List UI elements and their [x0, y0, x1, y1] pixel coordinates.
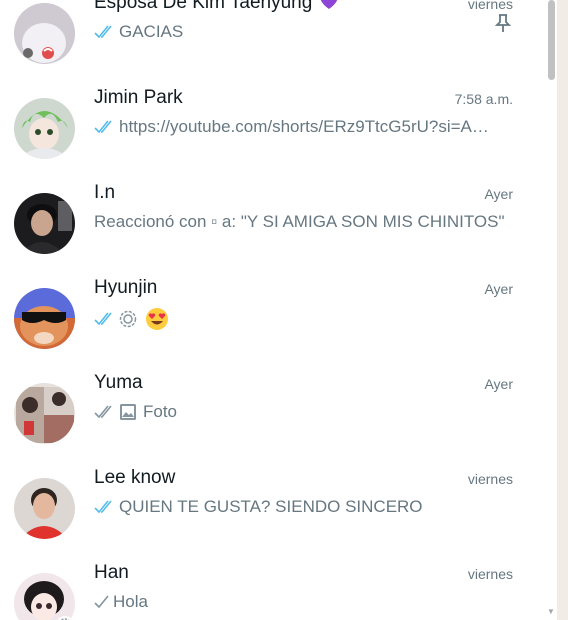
read-double-check-icon: [94, 500, 112, 514]
chat-row-in[interactable]: I.n Ayer Reaccionó con ▫ a: "Y SI AMIGA …: [0, 176, 545, 271]
delivered-double-check-icon: [94, 405, 112, 419]
chat-time: viernes: [467, 471, 513, 487]
chat-preview: Foto: [94, 402, 514, 422]
sent-check-icon: [94, 595, 109, 609]
avatar: [14, 98, 75, 159]
chat-row-han[interactable]: Han viernes Hola: [0, 556, 545, 620]
chat-row-jimin-park[interactable]: Jimin Park 7:58 a.m. https://youtube.com…: [0, 81, 545, 176]
chat-list: Esposa De Kim Taehyung viernes GACIAS Ji…: [0, 0, 545, 620]
avatar: [14, 573, 75, 620]
chat-time: viernes: [467, 566, 513, 582]
pin-icon[interactable]: [495, 13, 511, 33]
conversation-background: [557, 0, 568, 620]
chat-time: 7:58 a.m.: [454, 91, 513, 107]
chat-name: Han: [94, 562, 129, 583]
chat-row-lee-know[interactable]: Lee know viernes QUIEN TE GUSTA? SIENDO …: [0, 461, 545, 556]
chat-name: Yuma: [94, 372, 143, 393]
purple-heart-icon: [320, 0, 337, 9]
chat-list-panel: Esposa De Kim Taehyung viernes GACIAS Ji…: [0, 0, 568, 620]
avatar: [14, 383, 75, 444]
read-double-check-icon: [94, 25, 112, 39]
avatar: [14, 3, 75, 64]
chat-preview: [94, 307, 514, 331]
avatar: [14, 478, 75, 539]
avatar: [14, 288, 75, 349]
read-double-check-icon: [94, 312, 112, 326]
chat-row-esposa[interactable]: Esposa De Kim Taehyung viernes GACIAS: [0, 0, 545, 81]
photo-icon: [120, 404, 136, 420]
chat-name: Jimin Park: [94, 87, 183, 108]
chat-preview: Reaccionó con ▫ a: "Y SI AMIGA SON MIS C…: [94, 212, 505, 231]
heart-eyes-emoji-icon: [146, 308, 168, 330]
status-ring-icon: [119, 310, 137, 328]
scroll-down-arrow-icon[interactable]: ▼: [546, 607, 556, 617]
chat-time: Ayer: [484, 281, 513, 297]
chat-row-hyunjin[interactable]: Hyunjin Ayer: [0, 271, 545, 366]
chat-preview: QUIEN TE GUSTA? SIENDO SINCERO: [94, 497, 514, 517]
scrollbar-thumb[interactable]: [548, 0, 555, 80]
chat-time: Ayer: [484, 186, 513, 202]
chat-name: Hyunjin: [94, 277, 158, 298]
chat-preview: GACIAS: [94, 22, 514, 42]
scrollbar[interactable]: ▼: [545, 0, 557, 620]
chat-preview: https://youtube.com/shorts/ERz9TtcG5rU?s…: [94, 117, 514, 137]
chat-name: Esposa De Kim Taehyung: [94, 0, 340, 14]
chat-name: Lee know: [94, 467, 176, 488]
chat-row-yuma[interactable]: Yuma Ayer Foto: [0, 366, 545, 461]
avatar: [14, 193, 75, 254]
read-double-check-icon: [94, 120, 112, 134]
chat-preview: Hola: [94, 592, 514, 612]
chat-time: Ayer: [484, 376, 513, 392]
chat-name: I.n: [94, 182, 116, 203]
chat-time: viernes: [467, 0, 513, 12]
